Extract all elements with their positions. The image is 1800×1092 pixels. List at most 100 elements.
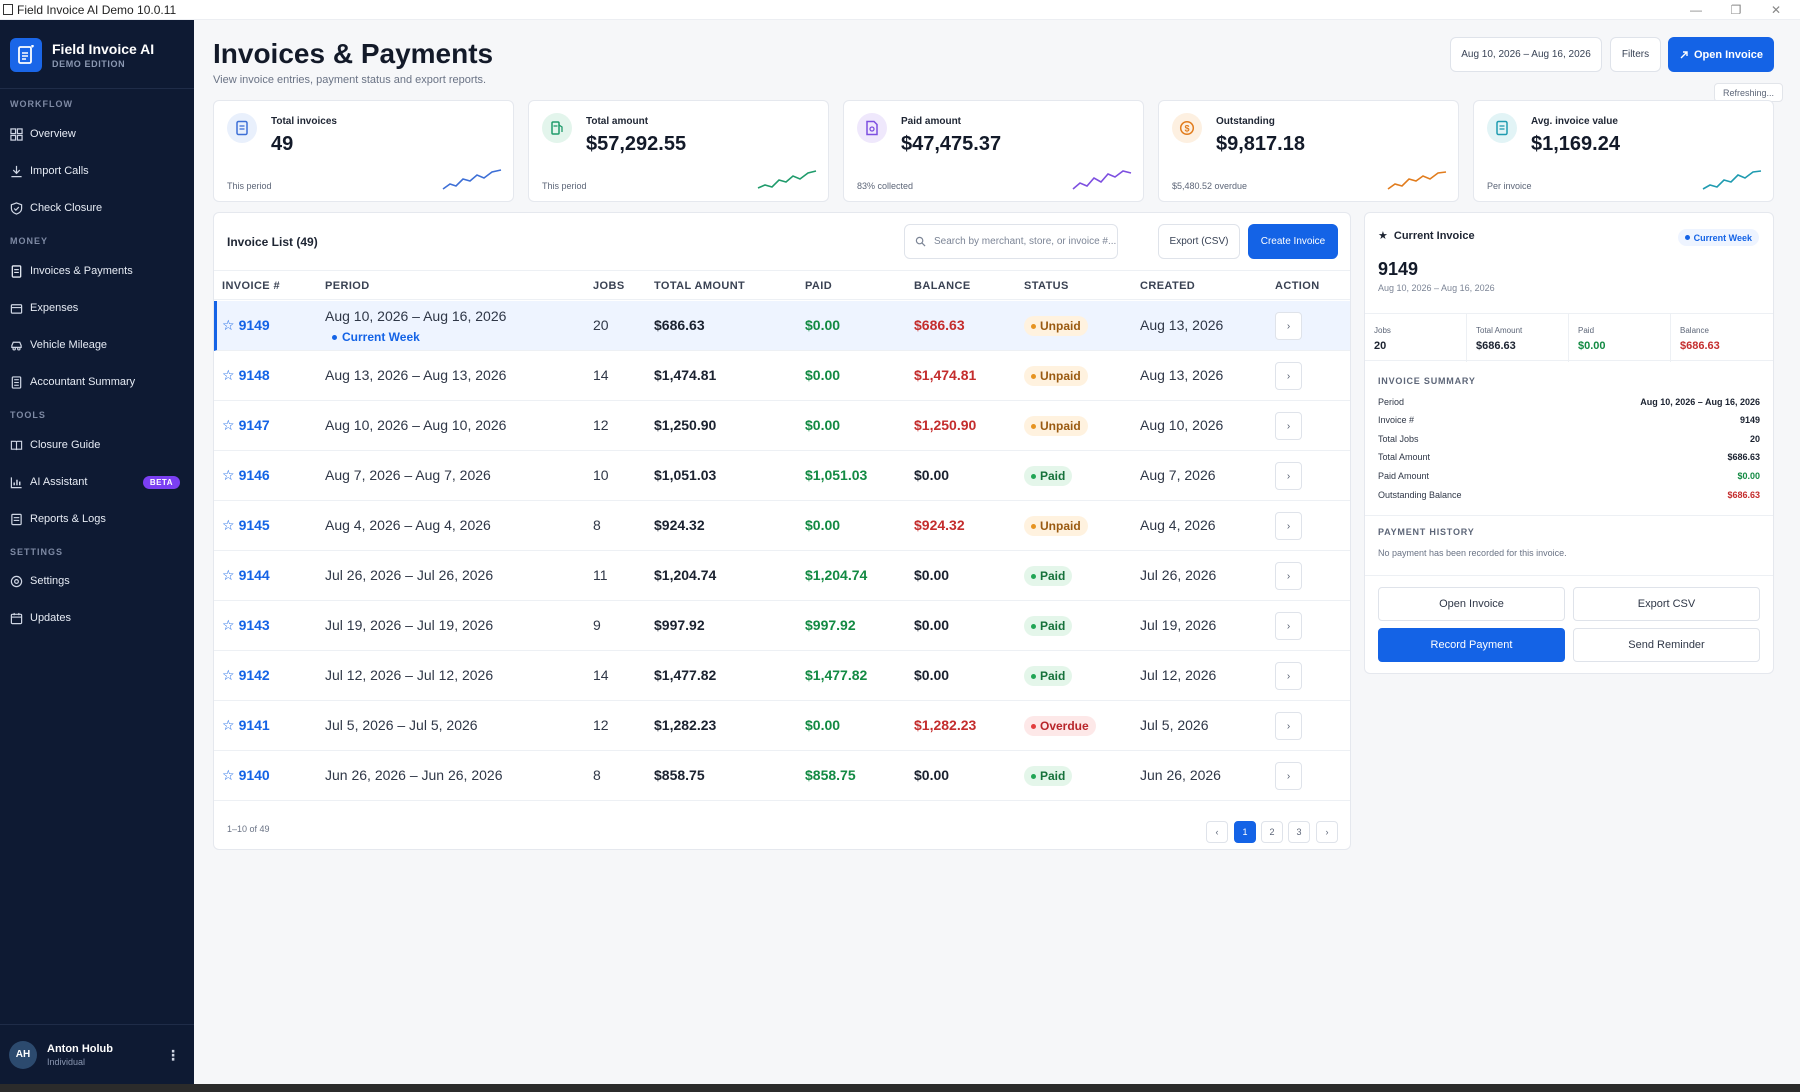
column-header[interactable]: STATUS <box>1024 280 1069 292</box>
column-header[interactable]: TOTAL AMOUNT <box>654 280 745 292</box>
invoice-number[interactable]: ☆ 9143 <box>222 617 270 634</box>
invoice-number[interactable]: ☆ 9146 <box>222 467 270 484</box>
sidebar-item-updates[interactable]: Updates <box>0 604 194 632</box>
record-payment-button[interactable]: Record Payment <box>1378 628 1565 662</box>
column-header[interactable]: BALANCE <box>914 280 971 292</box>
sidebar-item-closure-guide[interactable]: Closure Guide <box>0 431 194 459</box>
table-row[interactable]: ☆ 9142 Jul 12, 2026 – Jul 12, 2026 14 $1,477… <box>214 651 1350 701</box>
star-icon[interactable]: ☆ <box>222 367 235 383</box>
star-icon[interactable]: ☆ <box>222 567 235 583</box>
open-invoice-button[interactable]: Open Invoice <box>1668 37 1774 72</box>
summary-key: Outstanding Balance <box>1378 490 1462 500</box>
pagination-next[interactable]: › <box>1316 821 1338 843</box>
sidebar-item-accountant-summary[interactable]: Accountant Summary <box>0 368 194 396</box>
created-date: Jul 26, 2026 <box>1140 567 1217 583</box>
invoice-metrics: Jobs 20 Total Amount $686.63 Paid $0.00 … <box>1365 313 1773 362</box>
search-placeholder: Search by merchant, store, or invoice #.… <box>934 236 1117 247</box>
restore-button[interactable]: ❐ <box>1716 0 1756 20</box>
current-invoice-title: Current Invoice <box>1393 229 1475 242</box>
table-row[interactable]: ☆ 9149 Aug 10, 2026 – Aug 16, 2026 Current … <box>214 301 1350 351</box>
date-range-picker[interactable]: Aug 10, 2026 – Aug 16, 2026 <box>1450 37 1602 72</box>
chart-icon <box>10 476 22 488</box>
pagination-prev[interactable]: ‹ <box>1206 821 1228 843</box>
star-icon[interactable]: ☆ <box>222 617 235 633</box>
open-invoice-detail-button[interactable]: Open Invoice <box>1378 587 1565 621</box>
sidebar-item-vehicle-mileage[interactable]: Vehicle Mileage <box>0 331 194 359</box>
row-action-button[interactable]: › <box>1275 562 1302 590</box>
window-title: Field Invoice AI Demo 10.0.11 <box>17 2 177 17</box>
table-row[interactable]: ☆ 9143 Jul 19, 2026 – Jul 19, 2026 9 $997.92… <box>214 601 1350 651</box>
row-action-button[interactable]: › <box>1275 512 1302 540</box>
period: Jul 26, 2026 – Jul 26, 2026 <box>325 567 494 583</box>
row-action-button[interactable]: › <box>1275 762 1302 790</box>
table-row[interactable]: ☆ 9145 Aug 4, 2026 – Aug 4, 2026 8 $924.32 $0… <box>214 501 1350 551</box>
sidebar-item-ai-assistant[interactable]: AI Assistant BETA <box>0 468 194 496</box>
stat-card-total-amount: Total amount $57,292.55 This period <box>528 100 829 202</box>
sidebar-item-check-closure[interactable]: Check Closure <box>0 194 194 222</box>
paid-amount: $0.00 <box>805 517 841 533</box>
search-input[interactable]: Search by merchant, store, or invoice #.… <box>904 224 1118 259</box>
total-amount: $924.32 <box>654 517 705 533</box>
pagination-page-1[interactable]: 1 <box>1234 821 1256 843</box>
table-row[interactable]: ☆ 9148 Aug 13, 2026 – Aug 13, 2026 14 $1,474… <box>214 351 1350 401</box>
brand[interactable]: Field Invoice AI DEMO EDITION <box>10 38 154 72</box>
user-profile[interactable]: AH Anton Holub Individual ⋮ <box>0 1024 194 1084</box>
table-row[interactable]: ☆ 9141 Jul 5, 2026 – Jul 5, 2026 12 $1,282.2… <box>214 701 1350 751</box>
pagination-page-2[interactable]: 2 <box>1261 821 1283 843</box>
sidebar-item-overview[interactable]: Overview <box>0 120 194 148</box>
status-badge: Overdue <box>1024 716 1096 736</box>
row-action-button[interactable]: › <box>1275 462 1302 490</box>
invoice-number[interactable]: ☆ 9142 <box>222 667 270 684</box>
sparkline <box>1072 170 1132 190</box>
table-row[interactable]: ☆ 9144 Jul 26, 2026 – Jul 26, 2026 11 $1,204… <box>214 551 1350 601</box>
star-icon[interactable]: ☆ <box>222 517 235 533</box>
sidebar-item-reports-logs[interactable]: Reports & Logs <box>0 505 194 533</box>
star-icon[interactable]: ☆ <box>222 317 235 333</box>
pagination-page-3[interactable]: 3 <box>1288 821 1310 843</box>
sidebar-item-import-calls[interactable]: Import Calls <box>0 157 194 185</box>
invoice-number[interactable]: ☆ 9148 <box>222 367 270 384</box>
create-invoice-button[interactable]: Create Invoice <box>1248 224 1338 259</box>
close-button[interactable]: ✕ <box>1756 0 1796 20</box>
star-icon[interactable]: ☆ <box>222 467 235 483</box>
sidebar-item-expenses[interactable]: Expenses <box>0 294 194 322</box>
export-csv-detail-button[interactable]: Export CSV <box>1573 587 1760 621</box>
export-csv-button[interactable]: Export (CSV) <box>1158 224 1240 259</box>
row-action-button[interactable]: › <box>1275 312 1302 340</box>
current-invoice-number: 9149 <box>1378 259 1419 279</box>
row-action-button[interactable]: › <box>1275 712 1302 740</box>
status-dot <box>1031 673 1036 679</box>
table-row[interactable]: ☆ 9140 Jun 26, 2026 – Jun 26, 2026 8 $858.75… <box>214 751 1350 801</box>
column-header[interactable]: PERIOD <box>325 280 370 292</box>
row-action-button[interactable]: › <box>1275 662 1302 690</box>
more-vertical-icon[interactable]: ⋮ <box>166 1047 180 1064</box>
metric-jobs: Jobs 20 <box>1365 314 1467 362</box>
row-action-button[interactable]: › <box>1275 362 1302 390</box>
table-row[interactable]: ☆ 9147 Aug 10, 2026 – Aug 10, 2026 12 $1,250… <box>214 401 1350 451</box>
column-header[interactable]: JOBS <box>593 280 625 292</box>
invoice-number[interactable]: ☆ 9140 <box>222 767 270 784</box>
sidebar-item-settings[interactable]: Settings <box>0 567 194 595</box>
jobs: 14 <box>593 667 609 683</box>
invoice-number[interactable]: ☆ 9149 <box>222 317 270 334</box>
send-reminder-button[interactable]: Send Reminder <box>1573 628 1760 662</box>
row-action-button[interactable]: › <box>1275 412 1302 440</box>
star-icon[interactable]: ☆ <box>222 667 235 683</box>
invoice-number[interactable]: ☆ 9147 <box>222 417 270 434</box>
column-header[interactable]: PAID <box>805 280 832 292</box>
column-header[interactable]: CREATED <box>1140 280 1195 292</box>
invoice-number-text: 9149 <box>238 317 270 333</box>
star-icon[interactable]: ☆ <box>222 417 235 433</box>
filters-button[interactable]: Filters <box>1610 37 1661 72</box>
invoice-number[interactable]: ☆ 9141 <box>222 717 270 734</box>
created-date: Jul 5, 2026 <box>1140 717 1209 733</box>
minimize-button[interactable]: — <box>1676 0 1716 20</box>
star-icon[interactable]: ☆ <box>222 717 235 733</box>
table-row[interactable]: ☆ 9146 Aug 7, 2026 – Aug 7, 2026 10 $1,051.0… <box>214 451 1350 501</box>
invoice-number[interactable]: ☆ 9145 <box>222 517 270 534</box>
sidebar-item-invoices-payments[interactable]: Invoices & Payments <box>0 257 194 285</box>
star-icon[interactable]: ☆ <box>222 767 235 783</box>
column-header[interactable]: INVOICE # <box>222 280 280 292</box>
row-action-button[interactable]: › <box>1275 612 1302 640</box>
invoice-number[interactable]: ☆ 9144 <box>222 567 270 584</box>
